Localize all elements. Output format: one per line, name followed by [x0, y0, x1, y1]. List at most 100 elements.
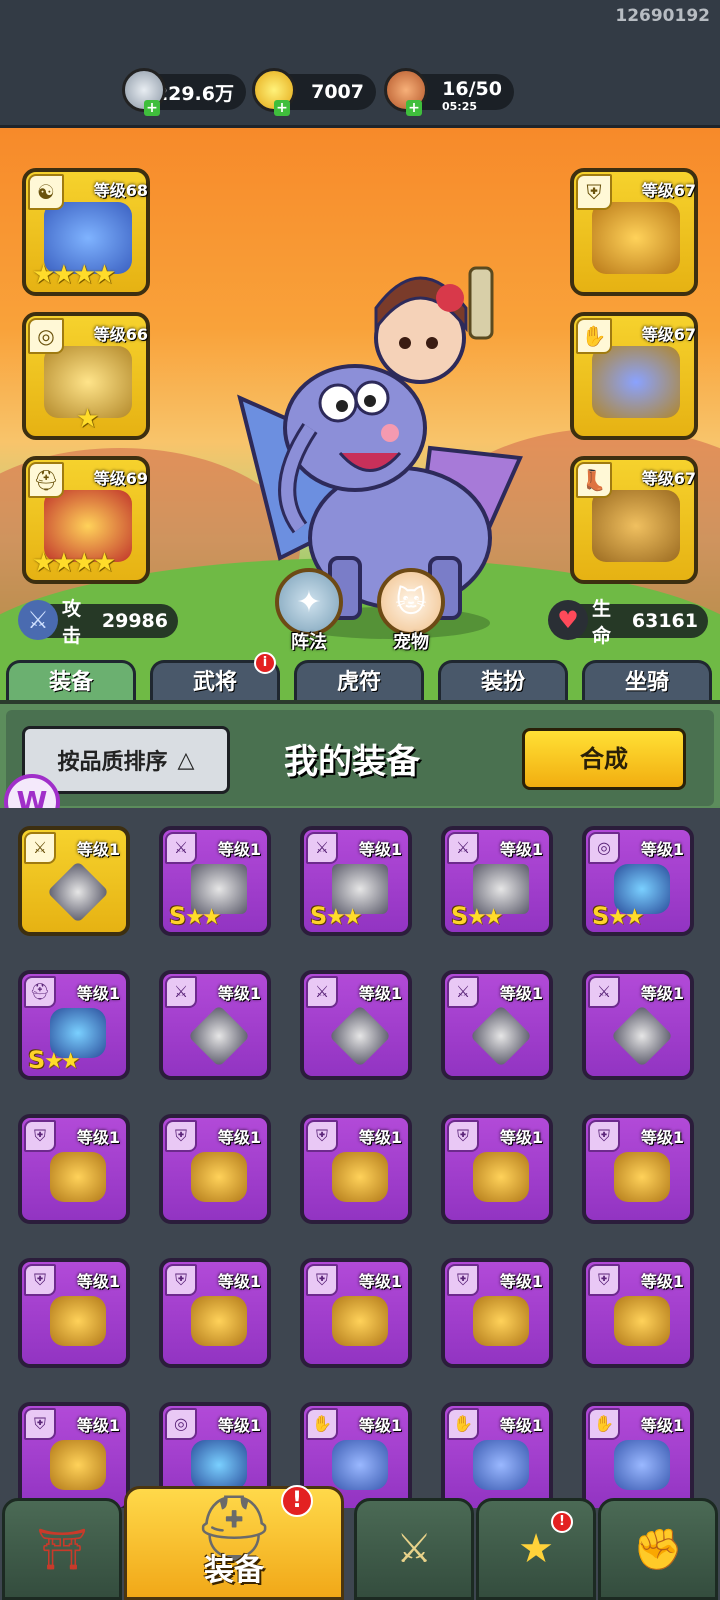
equipped-boots-slot[interactable]: 👢 等级67: [570, 456, 698, 584]
inventory-item[interactable]: ⚔ 等级1 S ★★: [300, 826, 412, 936]
armor-type-icon: ⛨: [24, 1408, 56, 1440]
nav-events[interactable]: ★ !: [476, 1498, 596, 1600]
inventory-item[interactable]: ⛑ 等级1 S ★★: [18, 970, 130, 1080]
nav-battle[interactable]: ⚔: [354, 1498, 474, 1600]
inventory-item[interactable]: ⛨ 等级1: [18, 1402, 130, 1508]
tab-tiger-tally[interactable]: 虎符: [294, 660, 424, 704]
weapon-type-icon: ⚔: [306, 976, 338, 1008]
triangle-up-icon: △: [177, 747, 195, 773]
equipped-weapon-slot[interactable]: ☯ 等级68 ★★★★: [22, 168, 150, 296]
sword-icon: ⚔: [18, 600, 58, 640]
amulet-type-icon: ◎: [165, 1408, 197, 1440]
gauntlet-art: [332, 1440, 388, 1490]
equipped-helmet-slot[interactable]: ⛑ 等级69 ★★★★: [22, 456, 150, 584]
gauntlet-type-icon: ✋: [447, 1408, 479, 1440]
equipment-panel-header: 按品质排序 △ 我的装备 合成: [0, 700, 720, 808]
armor-type-icon: ⛨: [588, 1120, 620, 1152]
item-level: 等级1: [640, 840, 684, 859]
nav-main-city[interactable]: ⛩: [2, 1498, 122, 1600]
inventory-item[interactable]: ⛨ 等级1: [18, 1258, 130, 1368]
formation-button[interactable]: ✦ 阵法: [274, 568, 344, 658]
item-level: 等级1: [358, 1416, 402, 1435]
attack-stat: ⚔ 攻击 29986: [18, 598, 178, 647]
tab-mount[interactable]: 坐骑: [582, 660, 712, 704]
slot-level: 等级67: [641, 469, 696, 488]
inventory-item[interactable]: ⚔ 等级1: [300, 970, 412, 1080]
inventory-item[interactable]: ✋ 等级1: [441, 1402, 553, 1508]
item-level: 等级1: [499, 1128, 543, 1147]
armor-type-icon: ⛨: [165, 1120, 197, 1152]
stamina-resource[interactable]: + 16/50 05:25: [384, 68, 514, 116]
item-stars: ★★: [44, 1049, 80, 1074]
inventory-item[interactable]: ✋ 等级1: [582, 1402, 694, 1508]
amulet-type-icon: ◎: [588, 832, 620, 864]
nav-equipment[interactable]: ⛑ 装备 !: [124, 1485, 344, 1600]
item-level: 等级1: [358, 1128, 402, 1147]
slot-level: 等级67: [641, 325, 696, 344]
slot-level: 等级69: [93, 469, 148, 488]
gold-resource[interactable]: + 7007: [252, 68, 376, 116]
inventory-item[interactable]: ⛨ 等级1: [582, 1258, 694, 1368]
inventory-item[interactable]: ⛨ 等级1: [582, 1114, 694, 1224]
tab-equipment[interactable]: 装备: [6, 660, 136, 704]
armor-art: [614, 1296, 670, 1346]
slot-level: 等级66: [93, 325, 148, 344]
armor-type-icon: ⛨: [306, 1120, 338, 1152]
gauntlet-art: [592, 346, 680, 418]
inventory-item[interactable]: ⚔ 等级1: [441, 970, 553, 1080]
inventory-item[interactable]: ⛨ 等级1: [159, 1258, 271, 1368]
equipped-amulet-slot[interactable]: ◎ 等级66 ★: [22, 312, 150, 440]
inventory-item[interactable]: ◎ 等级1 S ★★: [582, 826, 694, 936]
inventory-item[interactable]: ⛨ 等级1: [300, 1258, 412, 1368]
armor-art: [50, 1440, 106, 1490]
sort-label: 按品质排序: [57, 750, 168, 775]
nav-upgrade[interactable]: ✊: [598, 1498, 718, 1600]
inventory-item[interactable]: ⚔ 等级1: [18, 826, 130, 936]
weapon-art: [328, 1004, 392, 1068]
generals-info-badge: i: [254, 652, 276, 674]
inventory-item[interactable]: ⛨ 等级1: [159, 1114, 271, 1224]
merge-button[interactable]: 合成: [522, 728, 686, 790]
item-stars: ★★: [326, 905, 362, 930]
weapon-art: [187, 1004, 251, 1068]
armor-type-icon: ⛨: [24, 1264, 56, 1296]
armor-art: [473, 1152, 529, 1202]
tab-outfit[interactable]: 装扮: [438, 660, 568, 704]
weapon-art: [469, 1004, 533, 1068]
add-silver-icon[interactable]: +: [144, 100, 160, 116]
hp-value: 63161: [631, 610, 698, 632]
armor-type-icon: ⛨: [165, 1264, 197, 1296]
heart-icon: ♥: [548, 600, 588, 640]
gauntlet-art: [473, 1440, 529, 1490]
weapon-type-icon: ⚔: [588, 976, 620, 1008]
pet-label: 宠物: [393, 632, 429, 653]
top-bar: 12690192 + 229.6万 + 7007 + 16/50 05:25: [0, 0, 720, 128]
item-grade: S: [592, 902, 610, 930]
armor-type-icon: ⛨: [447, 1264, 479, 1296]
nav-equipment-label: 装备: [204, 1553, 264, 1588]
inventory-item[interactable]: ⚔ 等级1: [582, 970, 694, 1080]
boots-art: [592, 490, 680, 562]
add-stamina-icon[interactable]: +: [406, 100, 422, 116]
inventory-item[interactable]: ⛨ 等级1: [441, 1258, 553, 1368]
armor-type-icon: ⛨: [588, 1264, 620, 1296]
equipped-gauntlet-slot[interactable]: ✋ 等级67: [570, 312, 698, 440]
inventory-item[interactable]: ⛨ 等级1: [18, 1114, 130, 1224]
inventory-item[interactable]: ⛨ 等级1: [441, 1114, 553, 1224]
weapon-type-icon: ⚔: [447, 832, 479, 864]
compass-icon: ✦: [275, 568, 343, 636]
inventory-item[interactable]: ⚔ 等级1: [159, 970, 271, 1080]
equipment-alert-badge: !: [281, 1485, 313, 1517]
inventory-item[interactable]: ⚔ 等级1 S ★★: [441, 826, 553, 936]
armor-art: [473, 1296, 529, 1346]
add-gold-icon[interactable]: +: [274, 100, 290, 116]
inventory-item[interactable]: ⛨ 等级1: [300, 1114, 412, 1224]
castle-gate-icon: ⛩: [36, 1526, 88, 1573]
item-level: 等级1: [640, 1416, 684, 1435]
armor-art: [50, 1152, 106, 1202]
item-grade: S: [451, 902, 469, 930]
pet-button[interactable]: 🐱 宠物: [376, 568, 446, 658]
equipped-armor-slot[interactable]: ⛨ 等级67: [570, 168, 698, 296]
inventory-item[interactable]: ⚔ 等级1 S ★★: [159, 826, 271, 936]
silver-resource[interactable]: + 229.6万: [122, 68, 246, 116]
